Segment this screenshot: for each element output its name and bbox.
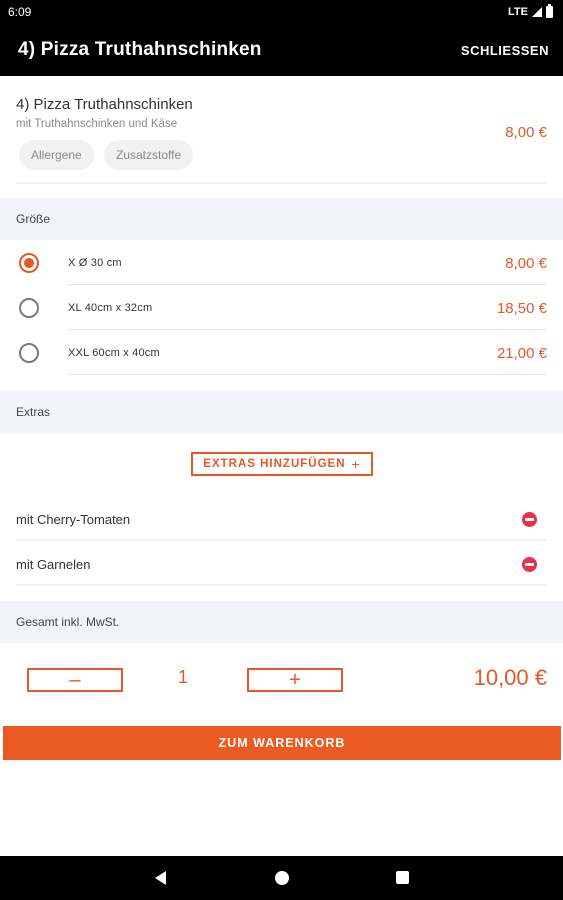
extra-item-garnelen: mit Garnelen: [0, 542, 563, 586]
divider: [16, 539, 547, 541]
size-section-header: Größe: [0, 198, 563, 240]
total-section-title: Gesamt inkl. MwSt.: [16, 615, 120, 629]
status-indicators: LTE: [508, 4, 553, 18]
home-icon[interactable]: [275, 871, 289, 885]
product-header: 4) Pizza Truthahnschinken mit Truthahnsc…: [0, 76, 563, 184]
app-bar: 4) Pizza Truthahnschinken SCHLIESSEN: [0, 24, 563, 76]
size-option-price: 8,00 €: [505, 254, 547, 272]
total-section-header: Gesamt inkl. MwSt.: [0, 601, 563, 643]
plus-icon: +: [351, 456, 361, 472]
minus-icon: –: [69, 669, 81, 691]
extras-section-title: Extras: [16, 405, 51, 419]
size-section-title: Größe: [16, 212, 51, 226]
divider: [16, 584, 547, 586]
minus-circle-icon[interactable]: [522, 556, 537, 572]
back-icon[interactable]: [155, 871, 166, 885]
quantity-decrease-button[interactable]: –: [27, 668, 123, 692]
network-label: LTE: [508, 6, 528, 18]
divider: [68, 329, 547, 330]
plus-icon: +: [289, 669, 301, 691]
size-option-x[interactable]: X Ø 30 cm 8,00 €: [0, 241, 563, 285]
allergene-chip[interactable]: Allergene: [19, 140, 94, 170]
quantity-increase-button[interactable]: +: [247, 668, 343, 692]
divider: [68, 284, 547, 285]
product-name: 4) Pizza Truthahnschinken: [16, 96, 193, 113]
extra-item-label: mit Cherry-Tomaten: [16, 511, 131, 527]
product-detail: 4) Pizza Truthahnschinken mit Truthahnsc…: [0, 76, 563, 856]
battery-icon: [546, 4, 553, 18]
radio-icon[interactable]: [19, 298, 39, 318]
system-nav-bar: [0, 856, 563, 900]
size-option-label: XL 40cm x 32cm: [68, 302, 153, 314]
product-price: 8,00 €: [505, 124, 547, 141]
radio-icon[interactable]: [19, 343, 39, 363]
size-option-xxl[interactable]: XXL 60cm x 40cm 21,00 €: [0, 331, 563, 375]
radio-icon[interactable]: [19, 253, 39, 273]
product-description: mit Truthahnschinken und Käse: [16, 118, 178, 130]
recents-icon[interactable]: [396, 871, 409, 884]
add-to-cart-label: ZUM WARENKORB: [218, 736, 346, 750]
status-time: 6:09: [8, 5, 32, 19]
add-extras-button[interactable]: EXTRAS HINZUFÜGEN +: [191, 452, 373, 476]
zusatzstoffe-chip[interactable]: Zusatzstoffe: [104, 140, 194, 170]
add-extras-label: EXTRAS HINZUFÜGEN: [203, 458, 346, 470]
extras-section-header: Extras: [0, 391, 563, 433]
divider: [16, 182, 547, 184]
extra-item-label: mit Garnelen: [16, 556, 91, 572]
status-bar: 6:09 LTE: [0, 0, 563, 24]
signal-icon: [532, 7, 542, 17]
divider: [68, 374, 547, 375]
size-option-price: 18,50 €: [496, 299, 547, 317]
extra-item-cherry-tomaten: mit Cherry-Tomaten: [0, 497, 563, 541]
size-option-label: XXL 60cm x 40cm: [68, 347, 160, 359]
size-option-xl[interactable]: XL 40cm x 32cm 18,50 €: [0, 286, 563, 330]
minus-circle-icon[interactable]: [522, 511, 537, 527]
quantity-value: 1: [178, 667, 189, 687]
size-option-price: 21,00 €: [496, 344, 547, 362]
add-to-cart-button[interactable]: ZUM WARENKORB: [3, 726, 561, 760]
page-title: 4) Pizza Truthahnschinken: [18, 39, 262, 60]
total-price: 10,00 €: [473, 665, 547, 690]
close-button[interactable]: SCHLIESSEN: [461, 43, 549, 58]
size-option-label: X Ø 30 cm: [68, 257, 122, 269]
